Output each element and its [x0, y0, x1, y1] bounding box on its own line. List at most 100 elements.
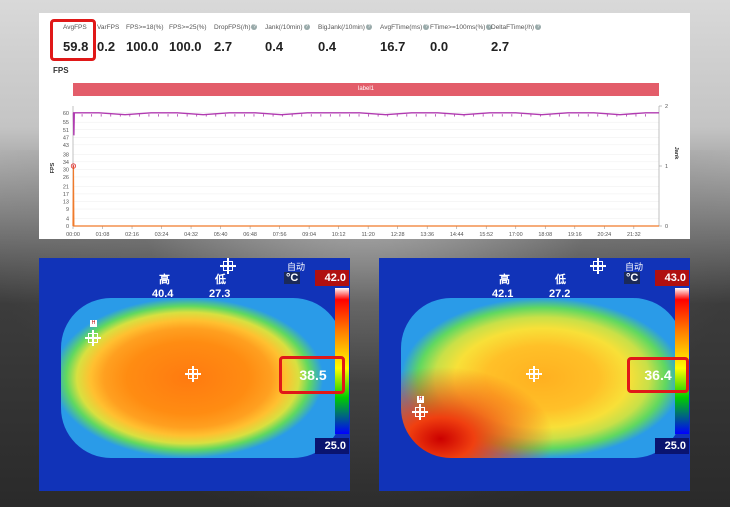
fps-dip-mark — [91, 114, 93, 117]
fps-dip-mark — [186, 114, 188, 117]
fps-dip-mark — [587, 114, 589, 117]
fps-dip-mark — [110, 114, 112, 117]
y2-tick-label: 0 — [665, 224, 668, 230]
x-tick-label: 20:24 — [597, 232, 611, 238]
fps-dip-mark — [597, 114, 599, 117]
fps-dip-mark — [100, 114, 102, 117]
fps-dip-mark — [501, 114, 503, 117]
x-tick-label: 07:56 — [273, 232, 287, 238]
fps-dip-mark — [358, 114, 360, 117]
fps-dip-mark — [511, 114, 513, 117]
fps-dip-mark — [234, 114, 236, 117]
x-tick-label: 10:12 — [332, 232, 346, 238]
fps-dip-mark — [119, 114, 121, 117]
center-crosshair-icon — [526, 366, 542, 382]
x-tick-label: 01:08 — [96, 232, 110, 238]
fps-dip-mark — [559, 114, 560, 117]
fps-dip-mark — [626, 114, 627, 117]
fps-dip-mark — [549, 114, 551, 117]
fps-dip-mark — [177, 114, 178, 117]
min-point-crosshair-icon — [590, 258, 606, 274]
low-label: 低 — [555, 274, 566, 286]
x-tick-label: 21:32 — [627, 232, 641, 238]
x-tick-label: 19:16 — [568, 232, 582, 238]
spot-temp-highlight-box — [627, 357, 689, 393]
y2-tick-label: 1 — [665, 164, 668, 170]
high-label: 高 — [499, 274, 510, 286]
fps-dip-mark — [349, 114, 350, 117]
x-tick-label: 14:44 — [450, 232, 464, 238]
y-tick-label: 51 — [63, 128, 69, 134]
scale-max: 43.0 — [655, 270, 689, 286]
fps-report-panel: AvgFPS 59.8 VarFPS 0.2 FPS>=18(%) 100.0 FPS>=2… — [39, 13, 690, 239]
fps-dip-mark — [282, 114, 284, 117]
fps-dip-mark — [301, 114, 303, 117]
y-axis-label: FPS — [50, 162, 56, 173]
y-tick-label: 34 — [63, 160, 69, 166]
fps-dip-mark — [263, 114, 264, 117]
fps-dip-mark — [616, 114, 618, 117]
scale-min: 25.0 — [655, 438, 689, 454]
jank-point-dot — [72, 165, 75, 167]
fps-dip-mark — [167, 114, 169, 117]
x-tick-label: 09:04 — [302, 232, 316, 238]
series-line-fps — [72, 112, 659, 136]
series-line-jank — [72, 165, 659, 227]
y-tick-label: 55 — [63, 120, 69, 126]
y-tick-label: 38 — [63, 152, 69, 158]
fps-dip-mark — [129, 114, 131, 117]
fps-dip-mark — [606, 114, 608, 117]
y-tick-label: 30 — [63, 167, 69, 173]
high-temp-value: 42.1 — [492, 288, 514, 300]
x-tick-label: 04:32 — [184, 232, 198, 238]
low-temp-value: 27.3 — [209, 288, 231, 300]
fps-dip-mark — [196, 114, 198, 117]
fps-dip-mark — [329, 114, 331, 117]
fps-dip-mark — [81, 114, 83, 117]
fps-dip-mark — [454, 114, 455, 117]
fps-dip-mark — [215, 114, 217, 117]
y2-axis-label: Jank — [673, 147, 679, 160]
spot-temp-highlight-box — [279, 356, 345, 394]
x-tick-label: 12:28 — [391, 232, 405, 238]
y-tick-label: 43 — [63, 143, 69, 149]
x-tick-label: 06:48 — [243, 232, 257, 238]
fps-dip-mark — [415, 114, 417, 117]
high-temp-value: 40.4 — [152, 288, 174, 300]
x-tick-label: 15:52 — [479, 232, 493, 238]
fps-dip-mark — [578, 114, 580, 117]
y-tick-label: 26 — [63, 175, 69, 181]
y-tick-label: 0 — [66, 224, 69, 230]
y-tick-label: 17 — [63, 192, 69, 198]
fps-dip-mark — [473, 114, 475, 117]
x-tick-label: 05:40 — [214, 232, 228, 238]
thermal-image-right: 高 低 42.1 27.2 自动 °C 43.0 25.0 H 36.4 — [379, 258, 690, 491]
fps-dip-mark — [568, 114, 570, 117]
max-marker-icon: H — [90, 320, 97, 327]
fps-dip-mark — [396, 114, 398, 117]
fps-dip-mark — [387, 114, 389, 117]
max-point-crosshair-icon — [412, 404, 428, 420]
fps-dip-mark — [205, 114, 207, 117]
fps-dip-mark — [635, 114, 637, 117]
fps-dip-mark — [148, 114, 150, 117]
scale-max: 42.0 — [315, 270, 349, 286]
y-tick-label: 21 — [63, 184, 69, 190]
max-point-crosshair-icon — [85, 330, 101, 346]
fps-dip-mark — [530, 114, 532, 117]
fps-dip-mark — [138, 114, 140, 117]
fps-dip-mark — [368, 114, 369, 117]
fps-dip-mark — [482, 114, 484, 117]
fps-chart: 0 4 9 1317 21 26 3034 38 43 4751 55 60 0 1 2 FPS Jank 00:… — [50, 104, 679, 238]
max-marker-icon: H — [417, 396, 424, 403]
fps-dip-mark — [492, 114, 494, 117]
fps-dip-mark — [158, 114, 159, 117]
x-tick-label: 00:00 — [66, 232, 80, 238]
fps-dip-mark — [272, 114, 274, 117]
y-tick-label: 13 — [63, 199, 69, 205]
scale-min: 25.0 — [315, 438, 349, 454]
fps-dip-mark — [540, 114, 541, 117]
y2-tick-label: 2 — [665, 104, 668, 110]
min-point-crosshair-icon — [220, 258, 236, 274]
fps-dip-mark — [377, 114, 379, 117]
